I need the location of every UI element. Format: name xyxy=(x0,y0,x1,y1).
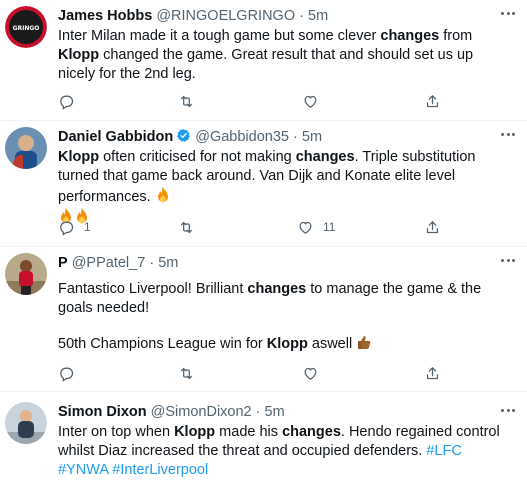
user-handle[interactable]: @PPatel_7 xyxy=(72,255,146,271)
timestamp[interactable]: 5m xyxy=(302,129,322,145)
retweet-icon xyxy=(180,95,193,107)
share-button[interactable] xyxy=(424,91,441,111)
timestamp[interactable]: 5m xyxy=(308,8,328,24)
more-icon[interactable] xyxy=(501,409,515,413)
retweet-icon xyxy=(180,221,193,233)
separator-dot: · xyxy=(255,404,261,420)
more-icon[interactable] xyxy=(501,133,515,137)
avatar[interactable] xyxy=(5,402,47,444)
timestamp[interactable]: 5m xyxy=(265,404,285,420)
user-handle[interactable]: @Gabbidon35 xyxy=(195,129,289,145)
like-button[interactable] xyxy=(302,91,328,111)
text-run: made his xyxy=(215,424,283,440)
avatar-logo-text: GRINGO xyxy=(13,25,40,32)
hashtag-link[interactable]: #YNWA xyxy=(58,462,108,478)
tweet-text: Inter on top when Klopp made his changes… xyxy=(58,423,510,480)
thumbs-up-emoji xyxy=(356,333,372,351)
like-button[interactable] xyxy=(302,363,328,383)
tweet-feed: GRINGO James Hobbs @RINGOELGRINGO · 5m I… xyxy=(0,0,527,487)
share-icon xyxy=(426,220,439,233)
hashtag-link[interactable]: #LFC xyxy=(426,443,461,459)
avatar[interactable]: GRINGO xyxy=(5,6,47,48)
separator-dot: · xyxy=(299,8,304,24)
tweet[interactable]: P @PPatel_7 · 5m Fantastico Liverpool! B… xyxy=(0,247,527,392)
tweet-header: Simon Dixon @SimonDixon2 · 5m xyxy=(58,403,285,422)
text-run: Inter Milan made it a tough game but som… xyxy=(58,28,381,44)
text-run: often criticised for not making xyxy=(99,149,296,165)
reply-button[interactable]: 1 xyxy=(58,217,91,237)
display-name[interactable]: P xyxy=(58,255,68,271)
fire-emoji xyxy=(155,186,171,204)
tweet-header: Daniel Gabbidon @Gabbidon35 · 5m xyxy=(58,128,322,147)
hashtag-link[interactable]: #InterLiverpool xyxy=(112,462,208,478)
highlighted-term: changes xyxy=(282,424,341,440)
reply-button[interactable] xyxy=(58,91,84,111)
display-name[interactable]: James Hobbs xyxy=(58,8,152,24)
tweet-text: Fantastico Liverpool! Brilliant changes … xyxy=(58,280,510,318)
display-name[interactable]: Daniel Gabbidon xyxy=(58,129,173,145)
avatar[interactable] xyxy=(5,127,47,169)
tweet[interactable]: Daniel Gabbidon @Gabbidon35 · 5m Klopp o… xyxy=(0,121,527,247)
tweet-actions xyxy=(58,91,448,111)
share-icon xyxy=(426,366,439,379)
share-icon xyxy=(426,94,439,107)
more-icon[interactable] xyxy=(501,259,515,263)
text-run: aswell xyxy=(307,336,357,352)
reply-icon xyxy=(60,221,74,236)
tweet-actions xyxy=(58,363,448,383)
text-run: from xyxy=(439,28,473,44)
separator-dot: · xyxy=(293,129,298,145)
text-run: Fantastico Liverpool! Brilliant xyxy=(58,281,248,297)
reply-count: 1 xyxy=(84,220,91,234)
share-button[interactable] xyxy=(424,363,441,383)
verified-badge-icon xyxy=(176,128,191,143)
highlighted-term: Klopp xyxy=(58,149,100,165)
timestamp[interactable]: 5m xyxy=(158,255,178,271)
tweet-header: James Hobbs @RINGOELGRINGO · 5m xyxy=(58,7,328,26)
highlighted-term: Klopp xyxy=(58,47,100,63)
text-run: 50th Champions League win for xyxy=(58,336,267,352)
like-icon xyxy=(304,95,317,108)
text-run: Inter on top when xyxy=(58,424,175,440)
retweet-button[interactable] xyxy=(178,91,195,111)
highlighted-term: Klopp xyxy=(174,424,216,440)
like-icon xyxy=(299,221,312,234)
more-icon[interactable] xyxy=(501,12,515,16)
like-button[interactable]: 11 xyxy=(297,217,335,237)
user-handle[interactable]: @SimonDixon2 xyxy=(151,404,252,420)
tweet[interactable]: Simon Dixon @SimonDixon2 · 5m Inter on t… xyxy=(0,392,527,487)
highlighted-term: Klopp xyxy=(266,336,308,352)
separator-dot: · xyxy=(149,255,155,271)
retweet-button[interactable] xyxy=(178,217,195,237)
like-count: 11 xyxy=(323,220,336,234)
text-run: changed the game. Great result that and … xyxy=(58,47,474,82)
reply-button[interactable] xyxy=(58,363,84,383)
display-name[interactable]: Simon Dixon xyxy=(58,404,147,420)
tweet-text: Inter Milan made it a tough game but som… xyxy=(58,27,510,84)
highlighted-term: changes xyxy=(295,149,355,165)
user-handle[interactable]: @RINGOELGRINGO xyxy=(156,8,295,24)
retweet-button[interactable] xyxy=(178,363,195,383)
retweet-icon xyxy=(180,367,193,379)
reply-icon xyxy=(60,367,74,382)
tweet-actions: 1 11 xyxy=(58,217,448,237)
share-button[interactable] xyxy=(424,217,441,237)
reply-icon xyxy=(60,95,74,110)
tweet-text: Klopp often criticised for not making ch… xyxy=(58,148,510,228)
tweet-text-paragraph: 50th Champions League win for Klopp aswe… xyxy=(58,333,510,354)
avatar[interactable] xyxy=(5,253,47,295)
tweet[interactable]: GRINGO James Hobbs @RINGOELGRINGO · 5m I… xyxy=(0,0,527,121)
tweet-header: P @PPatel_7 · 5m xyxy=(58,254,178,273)
highlighted-term: changes xyxy=(380,28,440,44)
highlighted-term: changes xyxy=(247,281,307,297)
like-icon xyxy=(304,367,317,380)
